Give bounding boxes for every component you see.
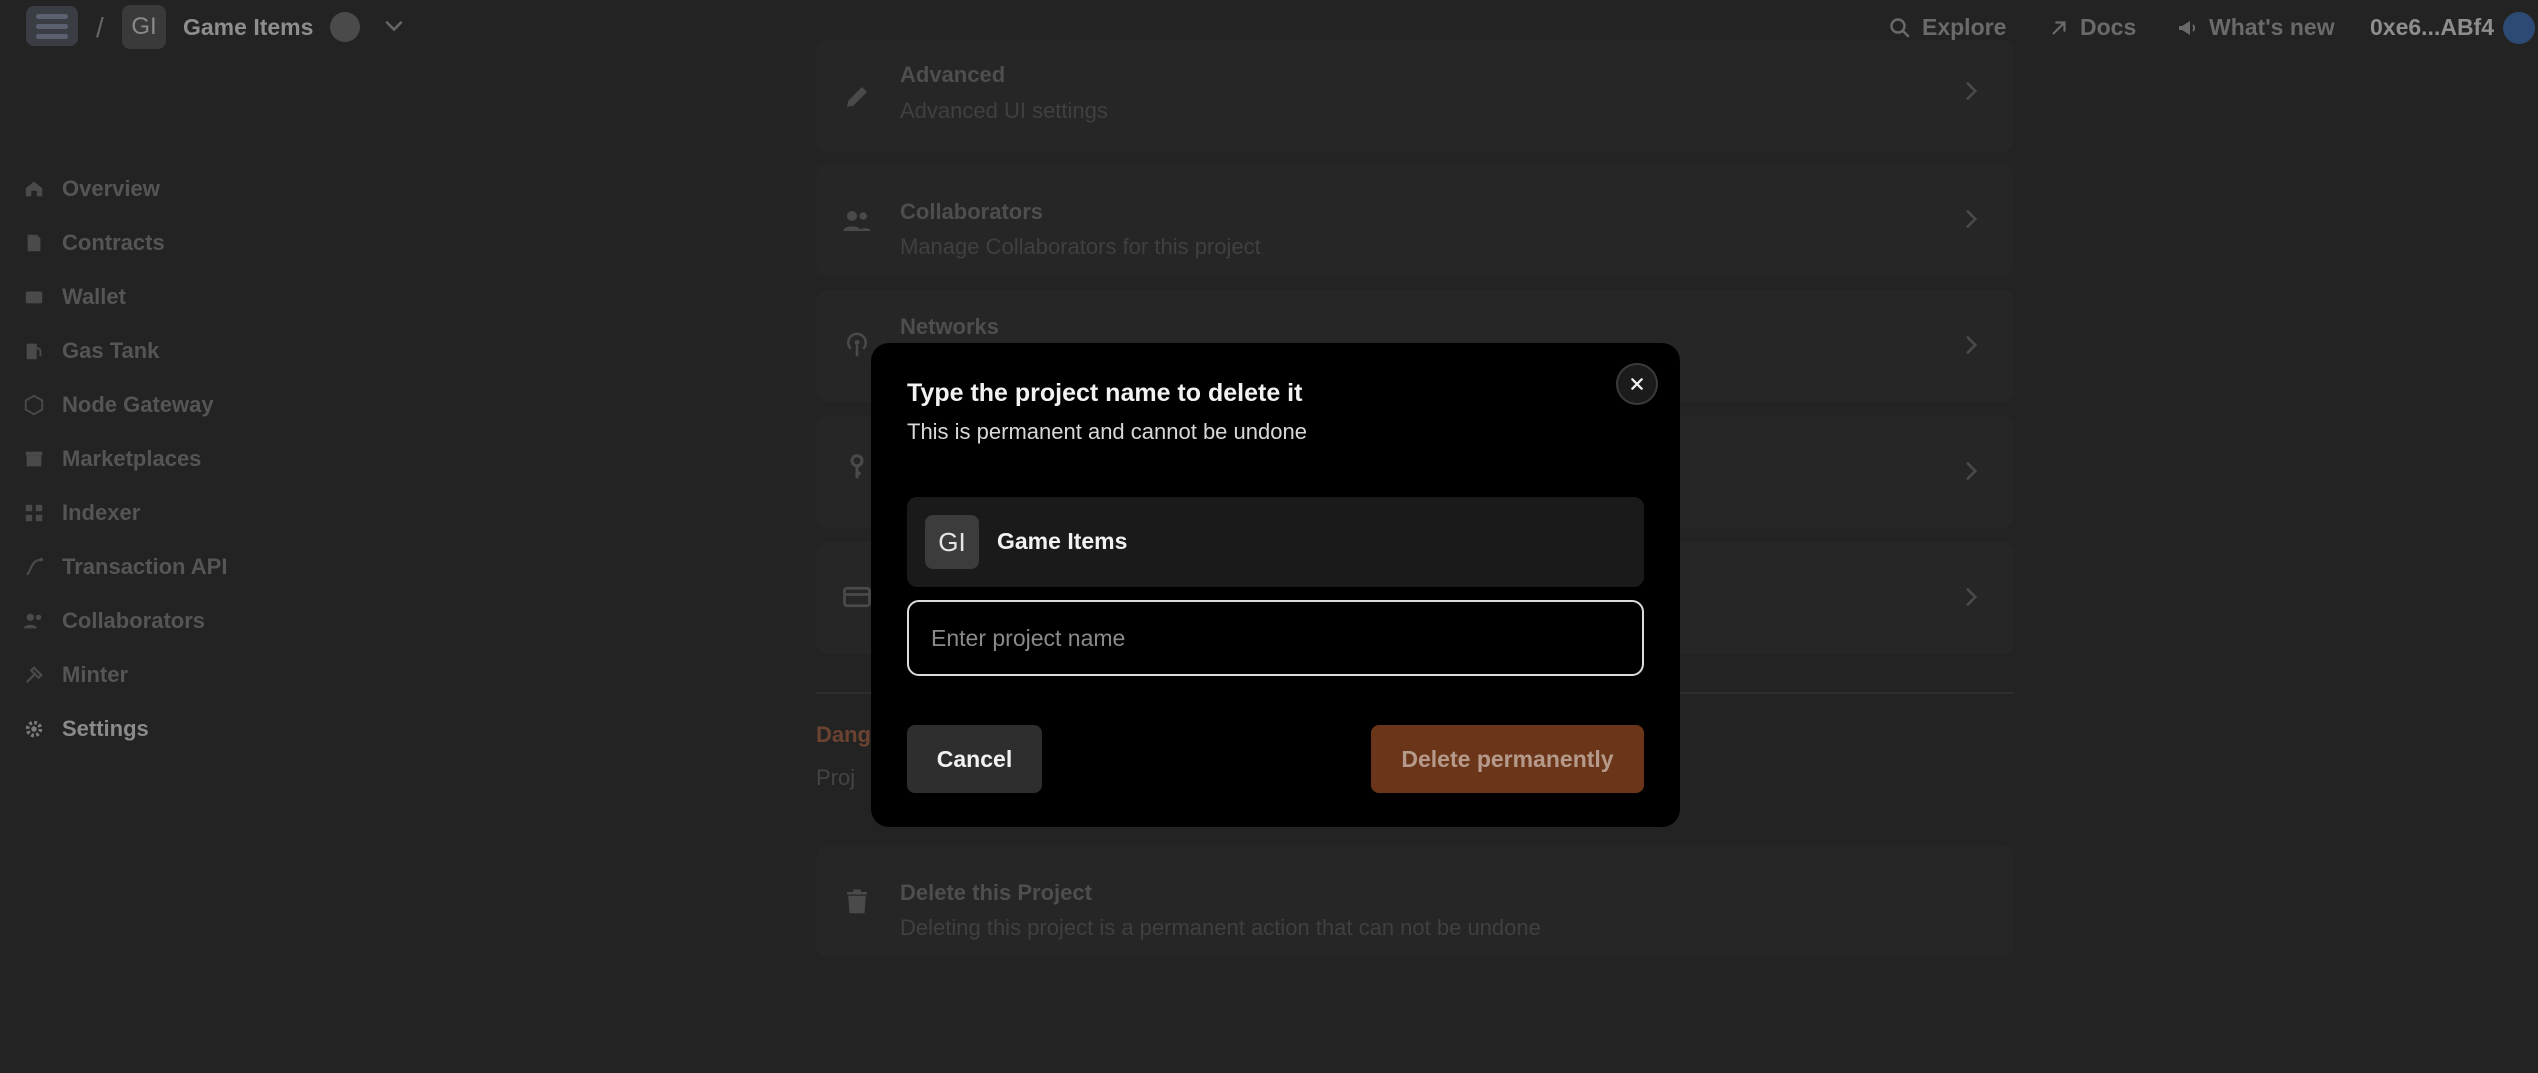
sidebar-item-settings[interactable]: Settings: [22, 702, 322, 756]
project-badge: GI: [925, 515, 979, 569]
sidebar-item-indexer[interactable]: Indexer: [22, 486, 322, 540]
chevron-right-icon: [1966, 210, 1978, 228]
project-name: Game Items: [997, 528, 1128, 554]
close-button[interactable]: [1616, 363, 1658, 405]
transaction-icon: [22, 555, 46, 579]
chevron-right-icon: [1966, 588, 1978, 606]
settings-card-advanced[interactable]: Advanced Advanced UI settings: [816, 40, 2014, 152]
breadcrumb-separator: /: [96, 12, 104, 43]
card-title: Advanced: [900, 62, 1006, 87]
card-title: Networks: [900, 314, 1000, 339]
sidebar-item-label: Collaborators: [62, 608, 206, 633]
people-icon: [843, 211, 871, 231]
gear-icon: [22, 717, 46, 741]
store-icon: [22, 447, 46, 471]
chevron-down-icon[interactable]: [380, 12, 408, 40]
nav-whats-new-label: What's new: [2209, 14, 2335, 40]
card-subtitle: Deleting this project is a permanent act…: [900, 915, 1541, 940]
sidebar-item-minter[interactable]: Minter: [22, 648, 322, 702]
contract-icon: [22, 231, 46, 255]
danger-zone-subtitle: Proj: [816, 765, 856, 790]
close-icon: [1631, 378, 1643, 390]
card-title: Collaborators: [900, 199, 1044, 224]
sidebar-item-overview[interactable]: Overview: [22, 162, 322, 216]
chevron-right-icon: [1966, 336, 1978, 354]
delete-project-modal: Type the project name to delete it This …: [871, 343, 1680, 827]
sidebar-item-node-gateway[interactable]: Node Gateway: [22, 378, 322, 432]
chevron-right-icon: [1966, 462, 1978, 480]
sidebar-item-label: Gas Tank: [62, 338, 160, 363]
minter-icon: [22, 663, 46, 687]
people-icon: [22, 609, 46, 633]
wallet-icon: [22, 285, 46, 309]
sidebar-item-contracts[interactable]: Contracts: [22, 216, 322, 270]
home-icon: [22, 177, 46, 201]
sidebar-item-collaborators[interactable]: Collaborators: [22, 594, 322, 648]
sidebar-item-label: Marketplaces: [62, 446, 202, 471]
sidebar-item-wallet[interactable]: Wallet: [22, 270, 322, 324]
danger-zone-title: Dang: [816, 722, 871, 747]
project-name-input[interactable]: [907, 600, 1644, 676]
wallet-address[interactable]: 0xe6...ABf4: [2370, 14, 2494, 41]
megaphone-icon: [2179, 20, 2196, 35]
modal-title: Type the project name to delete it: [907, 379, 1303, 407]
sidebar-item-label: Wallet: [62, 284, 126, 309]
key-icon: [850, 454, 864, 479]
card-subtitle: Advanced UI settings: [900, 98, 1108, 123]
card-icon: [843, 586, 871, 608]
delete-permanently-button[interactable]: Delete permanently: [1371, 725, 1644, 793]
antenna-icon: [847, 332, 867, 357]
project-summary: GI Game Items: [907, 497, 1644, 587]
sidebar-item-label: Contracts: [62, 230, 165, 255]
settings-card-delete-project[interactable]: Delete this Project Deleting this projec…: [816, 845, 2014, 957]
pencil-icon: [847, 87, 867, 107]
sidebar-item-label: Minter: [62, 662, 128, 687]
sidebar-item-label: Transaction API: [62, 554, 228, 579]
nav-explore-label: Explore: [1922, 14, 2007, 40]
trash-icon: [847, 889, 867, 914]
project-name[interactable]: Game Items: [183, 14, 313, 41]
settings-card-collaborators[interactable]: Collaborators Manage Collaborators for t…: [816, 164, 2014, 276]
project-badge[interactable]: GI: [122, 5, 166, 49]
indexer-icon: [22, 501, 46, 525]
arrow-up-right-icon: [2052, 20, 2066, 35]
sidebar-item-marketplaces[interactable]: Marketplaces: [22, 432, 322, 486]
card-subtitle: Manage Collaborators for this project: [900, 234, 1261, 259]
cube-icon: [22, 393, 46, 417]
project-emoji-icon[interactable]: [330, 12, 360, 42]
sidebar-item-label: Overview: [62, 176, 160, 201]
cancel-button[interactable]: Cancel: [907, 725, 1042, 793]
search-icon: [1890, 17, 1910, 37]
nav-explore[interactable]: Explore: [1888, 14, 2006, 41]
gas-icon: [22, 339, 46, 363]
sidebar-item-gas-tank[interactable]: Gas Tank: [22, 324, 322, 378]
modal-subtitle: This is permanent and cannot be undone: [907, 419, 1307, 444]
avatar[interactable]: [2503, 12, 2535, 44]
sidebar-item-transaction-api[interactable]: Transaction API: [22, 540, 322, 594]
sidebar: Overview Contracts Wallet Gas Tank Node …: [22, 162, 322, 756]
chevron-right-icon: [1966, 82, 1978, 100]
nav-docs[interactable]: Docs: [2048, 14, 2136, 41]
sidebar-item-label: Indexer: [62, 500, 141, 525]
app-logo-icon[interactable]: [26, 6, 78, 46]
nav-docs-label: Docs: [2080, 14, 2137, 40]
sidebar-item-label: Settings: [62, 716, 149, 741]
nav-whats-new[interactable]: What's new: [2175, 14, 2335, 41]
sidebar-item-label: Node Gateway: [62, 392, 214, 417]
card-title: Delete this Project: [900, 880, 1092, 905]
